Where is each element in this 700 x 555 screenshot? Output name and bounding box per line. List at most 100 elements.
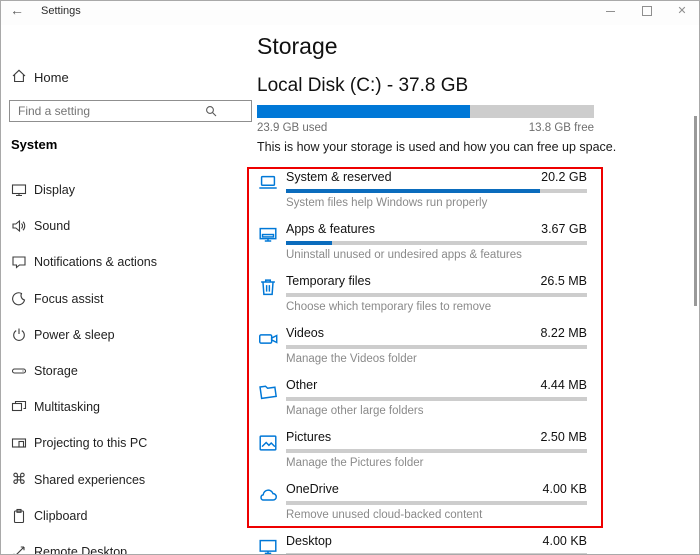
laptop-icon — [257, 172, 279, 194]
category-bar-fill — [286, 189, 540, 193]
sidebar-item-notifications[interactable]: Notifications & actions — [1, 244, 241, 280]
close-button[interactable]: ✕ — [667, 1, 697, 21]
category-bar — [286, 345, 587, 349]
maximize-icon — [642, 6, 652, 16]
category-bar — [286, 397, 587, 401]
minimize-button[interactable] — [595, 1, 625, 21]
page-title: Storage — [257, 33, 338, 60]
disk-used-label: 23.9 GB used — [257, 122, 327, 134]
category-value: 4.00 KB — [543, 482, 587, 496]
sidebar-item-power-sleep[interactable]: Power & sleep — [1, 317, 241, 353]
sidebar-item-label: Power & sleep — [34, 328, 115, 342]
category-row-pictures[interactable]: Pictures 2.50 MB Manage the Pictures fol… — [257, 429, 587, 475]
category-subtitle: Manage other large folders — [286, 405, 423, 417]
remote-desktop-icon — [11, 544, 27, 555]
maximize-button[interactable] — [632, 1, 662, 21]
disk-usage-bar — [257, 105, 594, 118]
titlebar: ← Settings ✕ — [1, 1, 699, 25]
focus-assist-icon — [11, 291, 27, 307]
category-row-onedrive[interactable]: OneDrive 4.00 KB Remove unused cloud-bac… — [257, 481, 587, 527]
category-bar — [286, 293, 587, 297]
back-icon[interactable]: ← — [10, 2, 24, 18]
close-icon: ✕ — [677, 6, 686, 17]
category-value: 4.44 MB — [540, 378, 587, 392]
sidebar-item-sound[interactable]: Sound — [1, 208, 241, 244]
storage-description: This is how your storage is used and how… — [257, 140, 616, 154]
sidebar-item-label: Storage — [34, 364, 78, 378]
category-bar-fill — [286, 241, 332, 245]
category-subtitle: System files help Windows run properly — [286, 197, 487, 209]
category-row-desktop[interactable]: Desktop 4.00 KB — [257, 533, 587, 555]
sidebar-item-remote-desktop[interactable]: Remote Desktop — [1, 534, 241, 555]
sidebar-item-display[interactable]: Display — [1, 172, 241, 208]
sidebar-item-label: Shared experiences — [34, 473, 145, 487]
category-subtitle: Uninstall unused or undesired apps & fea… — [286, 249, 522, 261]
sidebar-item-shared-experiences[interactable]: ⌘ Shared experiences — [1, 462, 241, 498]
sidebar-item-label: Projecting to this PC — [34, 436, 147, 450]
sound-icon — [11, 218, 27, 234]
category-title: Temporary files — [286, 274, 371, 288]
sidebar-item-label: Notifications & actions — [34, 255, 157, 269]
sidebar-item-storage[interactable]: Storage — [1, 353, 241, 389]
sidebar-item-label: Focus assist — [34, 292, 103, 306]
category-subtitle: Manage the Videos folder — [286, 353, 417, 365]
vertical-scrollbar[interactable] — [694, 116, 697, 306]
sidebar-item-projecting[interactable]: Projecting to this PC — [1, 425, 241, 461]
category-title: Videos — [286, 326, 324, 340]
video-icon — [257, 328, 279, 350]
category-value: 3.67 GB — [541, 222, 587, 236]
sidebar-item-focus-assist[interactable]: Focus assist — [1, 281, 241, 317]
sidebar-item-clipboard[interactable]: Clipboard — [1, 498, 241, 534]
category-value: 2.50 MB — [540, 430, 587, 444]
sidebar-section-system: System — [11, 137, 57, 152]
power-icon — [11, 327, 27, 343]
category-row-other[interactable]: Other 4.44 MB Manage other large folders — [257, 377, 587, 423]
category-bar — [286, 189, 587, 193]
shared-experiences-icon: ⌘ — [11, 472, 27, 488]
category-row-temporary-files[interactable]: Temporary files 26.5 MB Choose which tem… — [257, 273, 587, 319]
disk-caption: 23.9 GB used 13.8 GB free — [257, 122, 594, 134]
display-icon — [11, 182, 27, 198]
category-title: Apps & features — [286, 222, 375, 236]
category-value: 4.00 KB — [543, 534, 587, 548]
sidebar-item-home[interactable]: Home — [1, 63, 241, 91]
sidebar-item-label: Display — [34, 183, 75, 197]
category-title: Other — [286, 378, 317, 392]
home-icon — [11, 68, 27, 84]
category-row-apps-features[interactable]: Apps & features 3.67 GB Uninstall unused… — [257, 221, 587, 267]
sidebar-item-label: Home — [34, 70, 69, 85]
sidebar: Home System Display Sound — [1, 25, 241, 554]
notifications-icon — [11, 254, 27, 270]
projecting-icon — [11, 435, 27, 451]
minimize-icon — [606, 11, 615, 12]
monitor-icon — [257, 536, 279, 555]
search-input[interactable] — [9, 100, 252, 122]
category-title: OneDrive — [286, 482, 339, 496]
sidebar-item-multitasking[interactable]: Multitasking — [1, 389, 241, 425]
category-bar — [286, 449, 587, 453]
disk-free-label: 13.8 GB free — [529, 122, 594, 134]
sidebar-item-label: Clipboard — [34, 509, 88, 523]
category-bar — [286, 501, 587, 505]
category-bar — [286, 241, 587, 245]
category-title: Desktop — [286, 534, 332, 548]
cloud-icon — [257, 484, 279, 506]
sidebar-item-label: Sound — [34, 219, 70, 233]
trash-icon — [257, 276, 279, 298]
category-row-videos[interactable]: Videos 8.22 MB Manage the Videos folder — [257, 325, 587, 371]
category-row-system-reserved[interactable]: System & reserved 20.2 GB System files h… — [257, 169, 587, 215]
category-subtitle: Manage the Pictures folder — [286, 457, 423, 469]
sidebar-item-label: Remote Desktop — [34, 545, 127, 555]
storage-icon — [11, 363, 27, 379]
apps-icon — [257, 224, 279, 246]
category-subtitle: Choose which temporary files to remove — [286, 301, 491, 313]
disk-usage-bar-fill — [257, 105, 470, 118]
category-subtitle: Remove unused cloud-backed content — [286, 509, 482, 521]
category-value: 8.22 MB — [540, 326, 587, 340]
sidebar-item-label: Multitasking — [34, 400, 100, 414]
category-title: System & reserved — [286, 170, 392, 184]
category-value: 20.2 GB — [541, 170, 587, 184]
disk-title: Local Disk (C:) - 37.8 GB — [257, 75, 468, 97]
multitasking-icon — [11, 399, 27, 415]
settings-window: ← Settings ✕ Home System Display — [0, 0, 700, 555]
